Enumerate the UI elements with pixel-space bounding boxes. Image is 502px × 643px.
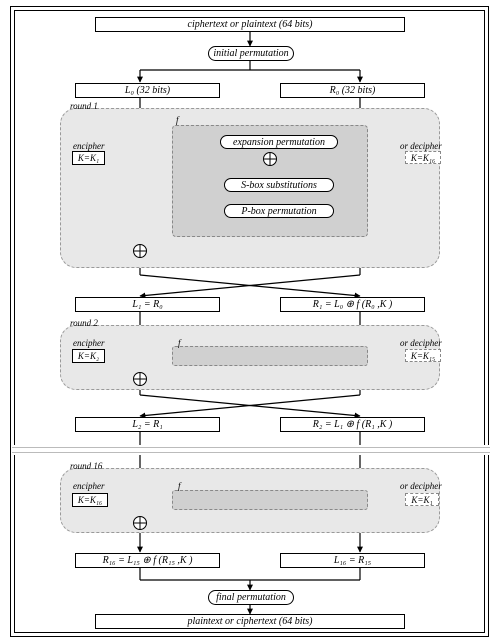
initial-permutation: initial permutation bbox=[208, 46, 294, 61]
or-decipher-2: or decipher bbox=[400, 338, 442, 348]
sbox-label: S-box substitutions bbox=[241, 180, 317, 191]
L16-box: L₁₆ = R₁₅ bbox=[280, 553, 425, 568]
K1-box: K=K₁ bbox=[72, 151, 105, 165]
ip-label: initial permutation bbox=[213, 48, 288, 59]
K16-label: K=K₁₆ bbox=[78, 495, 102, 505]
or-decipher-1: or decipher bbox=[400, 141, 442, 151]
R2-label: R₂ = L₁ ⊕ f (R₁ ,K ) bbox=[313, 419, 392, 430]
R16-box: R₁₆ = L₁₅ ⊕ f (R₁₅ ,K ) bbox=[75, 553, 220, 568]
Kd1-box: K=K₁₆ bbox=[405, 151, 441, 164]
f-bg-2 bbox=[172, 346, 368, 366]
encipher-label-2: encipher bbox=[73, 338, 105, 348]
input-box: ciphertext or plaintext (64 bits) bbox=[95, 17, 405, 32]
pbox-label: P-box permutation bbox=[241, 206, 316, 217]
xor-icon-inner-1 bbox=[263, 152, 277, 166]
ellipsis-break bbox=[12, 445, 490, 455]
Kd2-box: K=K₁₅ bbox=[405, 349, 441, 362]
Kd16-label: K=K₁ bbox=[411, 495, 432, 505]
or-decipher-16: or decipher bbox=[400, 481, 442, 491]
K2-label: K=K₂ bbox=[78, 351, 99, 361]
R2-box: R₂ = L₁ ⊕ f (R₁ ,K ) bbox=[280, 417, 425, 432]
round2-label: round 2 bbox=[70, 318, 98, 328]
encipher-label-16: encipher bbox=[73, 481, 105, 491]
sbox: S-box substitutions bbox=[224, 178, 334, 192]
R16-label: R₁₆ = L₁₅ ⊕ f (R₁₅ ,K ) bbox=[103, 555, 193, 566]
K1-label: K=K₁ bbox=[78, 153, 99, 163]
L2-label: L₂ = R₁ bbox=[132, 419, 162, 430]
L2-box: L₂ = R₁ bbox=[75, 417, 220, 432]
exp-label: expansion permutation bbox=[233, 137, 325, 148]
input-label: ciphertext or plaintext (64 bits) bbox=[188, 19, 313, 30]
encipher-label-1: encipher bbox=[73, 141, 105, 151]
R0-label: R₀ (32 bits) bbox=[330, 85, 376, 96]
R1-box: R₁ = L₀ ⊕ f (R₀ ,K ) bbox=[280, 297, 425, 312]
L1-label: L₁ = R₀ bbox=[132, 299, 162, 310]
xor-icon-outer-2 bbox=[133, 372, 147, 386]
L16-label: L₁₆ = R₁₅ bbox=[334, 555, 371, 566]
output-label: plaintext or ciphertext (64 bits) bbox=[188, 616, 313, 627]
final-permutation: final permutation bbox=[208, 590, 294, 605]
R1-label: R₁ = L₀ ⊕ f (R₀ ,K ) bbox=[313, 299, 392, 310]
f-label-1: f bbox=[176, 115, 179, 125]
R0-box: R₀ (32 bits) bbox=[280, 83, 425, 98]
L1-box: L₁ = R₀ bbox=[75, 297, 220, 312]
K16-box: K=K₁₆ bbox=[72, 493, 108, 507]
Kd16-box: K=K₁ bbox=[405, 493, 439, 506]
K2-box: K=K₂ bbox=[72, 349, 105, 363]
Kd1-label: K=K₁₆ bbox=[411, 153, 435, 163]
f-label-2: f bbox=[178, 338, 181, 348]
f-bg-16 bbox=[172, 490, 368, 510]
fp-label: final permutation bbox=[216, 592, 286, 603]
output-box: plaintext or ciphertext (64 bits) bbox=[95, 614, 405, 629]
pbox: P-box permutation bbox=[224, 204, 334, 218]
round16-label: round 16 bbox=[70, 461, 102, 471]
xor-icon-outer-16 bbox=[133, 516, 147, 530]
expansion-perm: expansion permutation bbox=[220, 135, 338, 149]
round1-label: round 1 bbox=[70, 101, 98, 111]
L0-box: L₀ (32 bits) bbox=[75, 83, 220, 98]
xor-icon-outer-1 bbox=[133, 244, 147, 258]
Kd2-label: K=K₁₅ bbox=[411, 351, 435, 361]
f-label-16: f bbox=[178, 481, 181, 491]
L0-label: L₀ (32 bits) bbox=[125, 85, 170, 96]
